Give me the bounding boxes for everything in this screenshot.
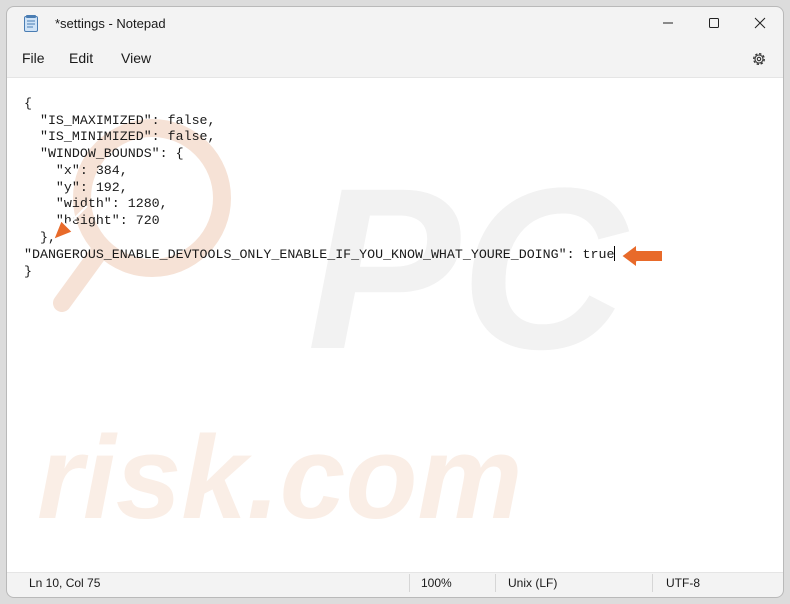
code-line: "y": 192, <box>24 179 128 195</box>
status-zoom[interactable]: 100% <box>421 576 452 590</box>
arrow-icon <box>620 243 664 269</box>
text-caret <box>614 246 616 262</box>
minimize-button[interactable] <box>645 7 691 39</box>
menu-file[interactable]: File <box>22 50 45 66</box>
maximize-button[interactable] <box>691 7 737 39</box>
code-line: "IS_MAXIMIZED": false, <box>24 112 216 128</box>
code-line: "IS_MINIMIZED": false, <box>24 129 216 145</box>
menu-edit[interactable]: Edit <box>69 50 93 66</box>
title-bar[interactable]: *settings - Notepad <box>7 7 783 41</box>
menu-bar: File Edit View <box>7 41 783 77</box>
close-button[interactable] <box>737 7 783 39</box>
settings-button[interactable] <box>748 48 770 70</box>
code-line: "DANGEROUS_ENABLE_DEVTOOLS_ONLY_ENABLE_I… <box>24 247 615 263</box>
close-icon <box>754 17 766 29</box>
code-line: { <box>24 96 32 111</box>
status-position: Ln 10, Col 75 <box>29 576 101 590</box>
status-divider <box>409 574 410 592</box>
code-line: "x": 384, <box>24 162 128 178</box>
status-encoding: UTF-8 <box>666 576 700 590</box>
maximize-icon <box>709 18 719 28</box>
status-bar: Ln 10, Col 75 100% Unix (LF) UTF-8 <box>7 569 783 597</box>
watermark-text: risk.com <box>37 412 522 544</box>
code-line: "WINDOW_BOUNDS": { <box>24 146 184 162</box>
status-divider <box>652 574 653 592</box>
notepad-window: *settings - Notepad File Edit View PC ri… <box>6 6 784 598</box>
code-line: "width": 1280, <box>24 196 168 212</box>
code-line: "height": 720 <box>24 212 160 228</box>
editor-content: { "IS_MAXIMIZED": false, "IS_MINIMIZED":… <box>24 96 616 281</box>
arrow-icon <box>52 205 88 241</box>
text-editor[interactable]: PC risk.com { "IS_MAXIMIZED": false, "IS… <box>7 77 783 573</box>
status-divider <box>495 574 496 592</box>
gear-icon <box>753 53 765 65</box>
code-line: } <box>24 264 32 280</box>
notepad-icon <box>24 15 38 32</box>
menu-view[interactable]: View <box>121 50 151 66</box>
minimize-icon <box>663 22 673 24</box>
window-title: *settings - Notepad <box>55 16 166 31</box>
status-line-ending: Unix (LF) <box>508 576 558 590</box>
